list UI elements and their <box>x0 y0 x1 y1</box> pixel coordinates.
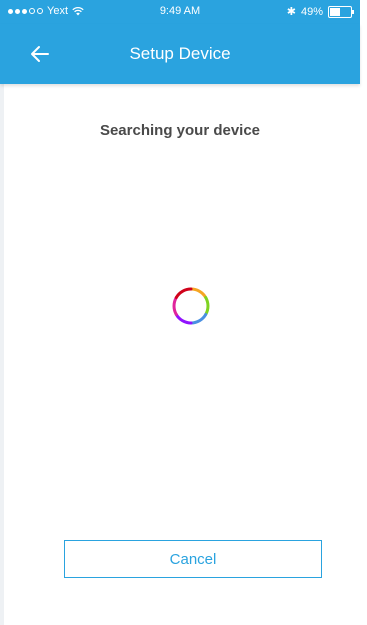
screen: Yext 9:49 AM ✱ 49% Setup Device Searchin… <box>0 0 367 625</box>
page-title: Setup Device <box>129 44 231 63</box>
battery-fill <box>330 7 340 16</box>
battery-icon <box>328 5 354 18</box>
bluetooth-icon: ✱ <box>286 6 296 18</box>
right-edge <box>357 0 367 625</box>
searching-heading: Searching your device <box>99 122 261 139</box>
loading-spinner-icon <box>172 287 210 325</box>
status-bar: Yext 9:49 AM ✱ 49% <box>0 0 360 24</box>
cancel-button[interactable]: Cancel <box>64 540 322 578</box>
status-right: ✱ 49% <box>286 5 354 18</box>
left-edge <box>0 0 4 625</box>
battery-percent: 49% <box>300 5 323 18</box>
nav-bar: Setup Device <box>0 24 360 84</box>
